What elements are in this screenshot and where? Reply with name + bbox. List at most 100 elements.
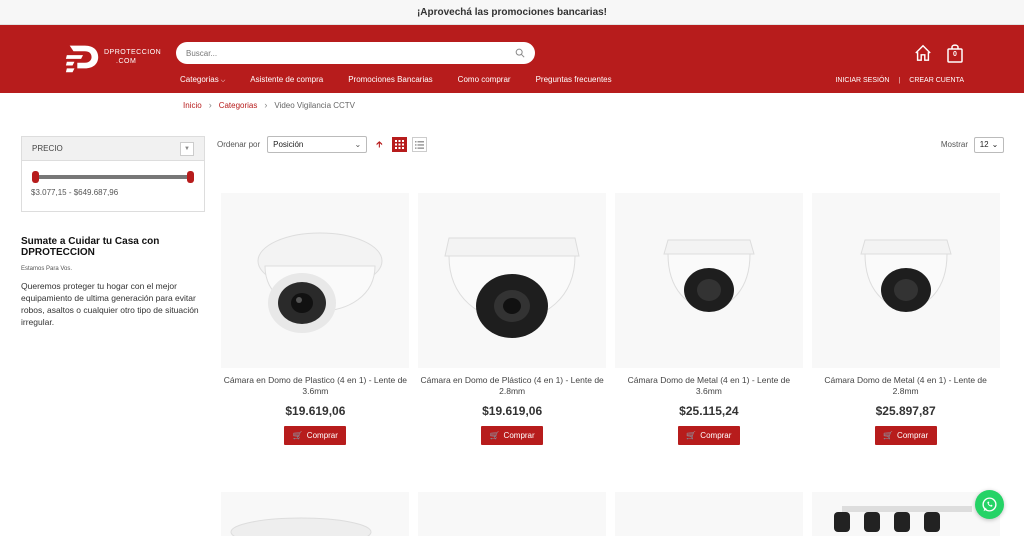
whatsapp-icon <box>982 497 997 512</box>
grid-view-button[interactable] <box>391 137 407 152</box>
product-card <box>807 492 1004 536</box>
logo-text: DPROTECCION .COM <box>104 48 161 66</box>
product-image[interactable] <box>614 492 803 536</box>
cart-count: 0 <box>953 51 957 58</box>
buy-button-label: Comprar <box>897 431 929 440</box>
cart-icon: 🛒 <box>292 431 303 440</box>
sort-direction-icon[interactable]: 🡱 <box>376 137 382 153</box>
product-price: $19.619,06 <box>482 404 543 418</box>
account-links: INICIAR SESIÓN | CREAR CUENTA <box>835 77 964 84</box>
promo-text: Queremos proteger tu hogar con el mejor … <box>21 281 199 327</box>
chevron-down-icon: ⌄ <box>991 140 999 149</box>
header-icons: 0 <box>914 43 964 68</box>
buy-button[interactable]: 🛒 Comprar <box>481 426 544 445</box>
header: DPROTECCION .COM Categorias⌵ Asistente d… <box>0 25 1024 93</box>
nav-item-categorias[interactable]: Categorias ⌵ <box>180 75 225 85</box>
cart-icon: 🛒 <box>883 431 894 440</box>
promo-subtitle: Estamos Para Vos. <box>21 266 73 272</box>
product-card: Cámara Domo de Metal (4 en 1) - Lente de… <box>807 193 1004 445</box>
product-name[interactable]: Cámara Domo de Metal (4 en 1) - Lente de… <box>611 375 808 397</box>
product-image[interactable] <box>418 492 607 536</box>
nav-item-preguntas[interactable]: Preguntas frecuentes <box>536 75 612 85</box>
show-select[interactable]: 12 ⌄ <box>974 136 1004 153</box>
chevron-right-icon: › <box>208 100 212 110</box>
buy-button[interactable]: 🛒 Comprar <box>284 426 347 445</box>
logo-text-domain: .COM <box>116 58 137 65</box>
product-image[interactable] <box>418 193 607 368</box>
sort-select[interactable]: Posición ⌄ <box>267 136 368 153</box>
slider-track[interactable] <box>35 175 191 179</box>
buy-button[interactable]: 🛒 Comprar <box>874 426 937 445</box>
product-image[interactable] <box>614 193 803 368</box>
sort-label: Ordenar por <box>217 140 261 149</box>
promo-bar: ¡Aprovechá las promociones bancarias! <box>0 0 1024 25</box>
buy-button-label: Comprar <box>503 431 535 440</box>
product-name[interactable]: Cámara Domo de Metal (4 en 1) - Lente de… <box>807 375 1004 397</box>
price-filter-title: PRECIO <box>32 144 63 153</box>
price-filter-header[interactable]: PRECIO ▼ <box>22 137 204 161</box>
show-label: Mostrar <box>940 140 968 149</box>
slider-handle-max[interactable] <box>187 171 194 183</box>
product-image[interactable] <box>811 492 1000 536</box>
nav-item-asistente[interactable]: Asistente de compra <box>250 75 323 85</box>
show-value: 12 <box>979 140 989 149</box>
nav-item-label: Asistente de compra <box>250 75 324 84</box>
price-slider: $3.077,15 - $649.687,96 <box>22 161 204 211</box>
breadcrumb-current: Video Vigilancia CCTV <box>274 100 356 110</box>
product-image[interactable] <box>221 193 410 368</box>
list-icon <box>414 140 424 149</box>
search-input[interactable] <box>186 48 515 58</box>
logo-mark-icon <box>65 45 99 73</box>
cart[interactable]: 0 <box>946 43 964 68</box>
slider-handle-min[interactable] <box>32 171 39 183</box>
home-icon[interactable] <box>914 43 932 63</box>
cart-icon: 🛒 <box>489 431 500 440</box>
product-name[interactable]: Cámara en Domo de Plastico (4 en 1) - Le… <box>217 375 414 397</box>
product-card <box>611 492 808 536</box>
product-grid: Cámara en Domo de Plastico (4 en 1) - Le… <box>217 193 1004 445</box>
breadcrumb-home[interactable]: Inicio <box>183 101 202 110</box>
product-image[interactable] <box>811 193 1000 368</box>
nav-item-label: Como comprar <box>457 75 511 84</box>
breadcrumb-category[interactable]: Categorias <box>219 101 258 110</box>
buy-button-label: Comprar <box>700 431 732 440</box>
logo-text-main: DPROTECCION <box>104 49 162 56</box>
whatsapp-button[interactable] <box>975 490 1004 519</box>
nav-item-label: Promociones Bancarias <box>348 75 433 84</box>
product-price: $25.115,24 <box>679 404 739 418</box>
logo[interactable]: DPROTECCION .COM <box>64 38 161 76</box>
product-card: Cámara en Domo de Plastico (4 en 1) - Le… <box>217 193 414 445</box>
price-filter: PRECIO ▼ $3.077,15 - $649.687,96 <box>21 136 205 212</box>
nav-item-como-comprar[interactable]: Como comprar <box>458 75 511 85</box>
signup-link[interactable]: CREAR CUENTA <box>909 77 964 84</box>
product-price: $25.897,87 <box>875 404 936 418</box>
product-card <box>414 492 611 536</box>
product-card: Cámara Domo de Metal (4 en 1) - Lente de… <box>611 193 808 445</box>
promo-bar-text: ¡Aprovechá las promociones bancarias! <box>416 6 608 18</box>
dome-camera-icon <box>230 517 372 536</box>
dome-camera-icon <box>444 237 580 338</box>
nav-item-promociones[interactable]: Promociones Bancarias <box>348 75 432 85</box>
sidebar: PRECIO ▼ $3.077,15 - $649.687,96 Sumate … <box>21 136 205 328</box>
chevron-down-icon: ⌄ <box>354 140 362 149</box>
divider: | <box>898 77 901 84</box>
product-image[interactable] <box>221 492 410 536</box>
search-icon[interactable] <box>515 48 525 58</box>
buy-button-label: Comprar <box>306 431 338 440</box>
dome-camera-icon <box>663 239 755 312</box>
list-view-button[interactable] <box>411 137 427 152</box>
product-name[interactable]: Cámara en Domo de Plástico (4 en 1) - Le… <box>414 375 611 397</box>
show-per-page: Mostrar 12 ⌄ <box>940 136 1004 153</box>
toolbar: Ordenar por Posición ⌄ 🡱 Mostrar 12 ⌄ <box>217 136 1004 153</box>
price-range-text: $3.077,15 - $649.687,96 <box>31 188 119 197</box>
product-card: Cámara en Domo de Plástico (4 en 1) - Le… <box>414 193 611 445</box>
product-price: $19.619,06 <box>285 404 346 418</box>
promo-title: Sumate a Cuidar tu Casa con DPROTECCION <box>21 236 160 258</box>
login-link[interactable]: INICIAR SESIÓN <box>835 77 889 84</box>
search-bar <box>176 42 535 64</box>
grid-icon <box>394 140 404 149</box>
buy-button[interactable]: 🛒 Comprar <box>677 426 740 445</box>
cart-icon: 🛒 <box>686 431 697 440</box>
camera-kit-icon <box>833 506 972 532</box>
chevron-down-icon[interactable]: ▼ <box>180 141 194 156</box>
